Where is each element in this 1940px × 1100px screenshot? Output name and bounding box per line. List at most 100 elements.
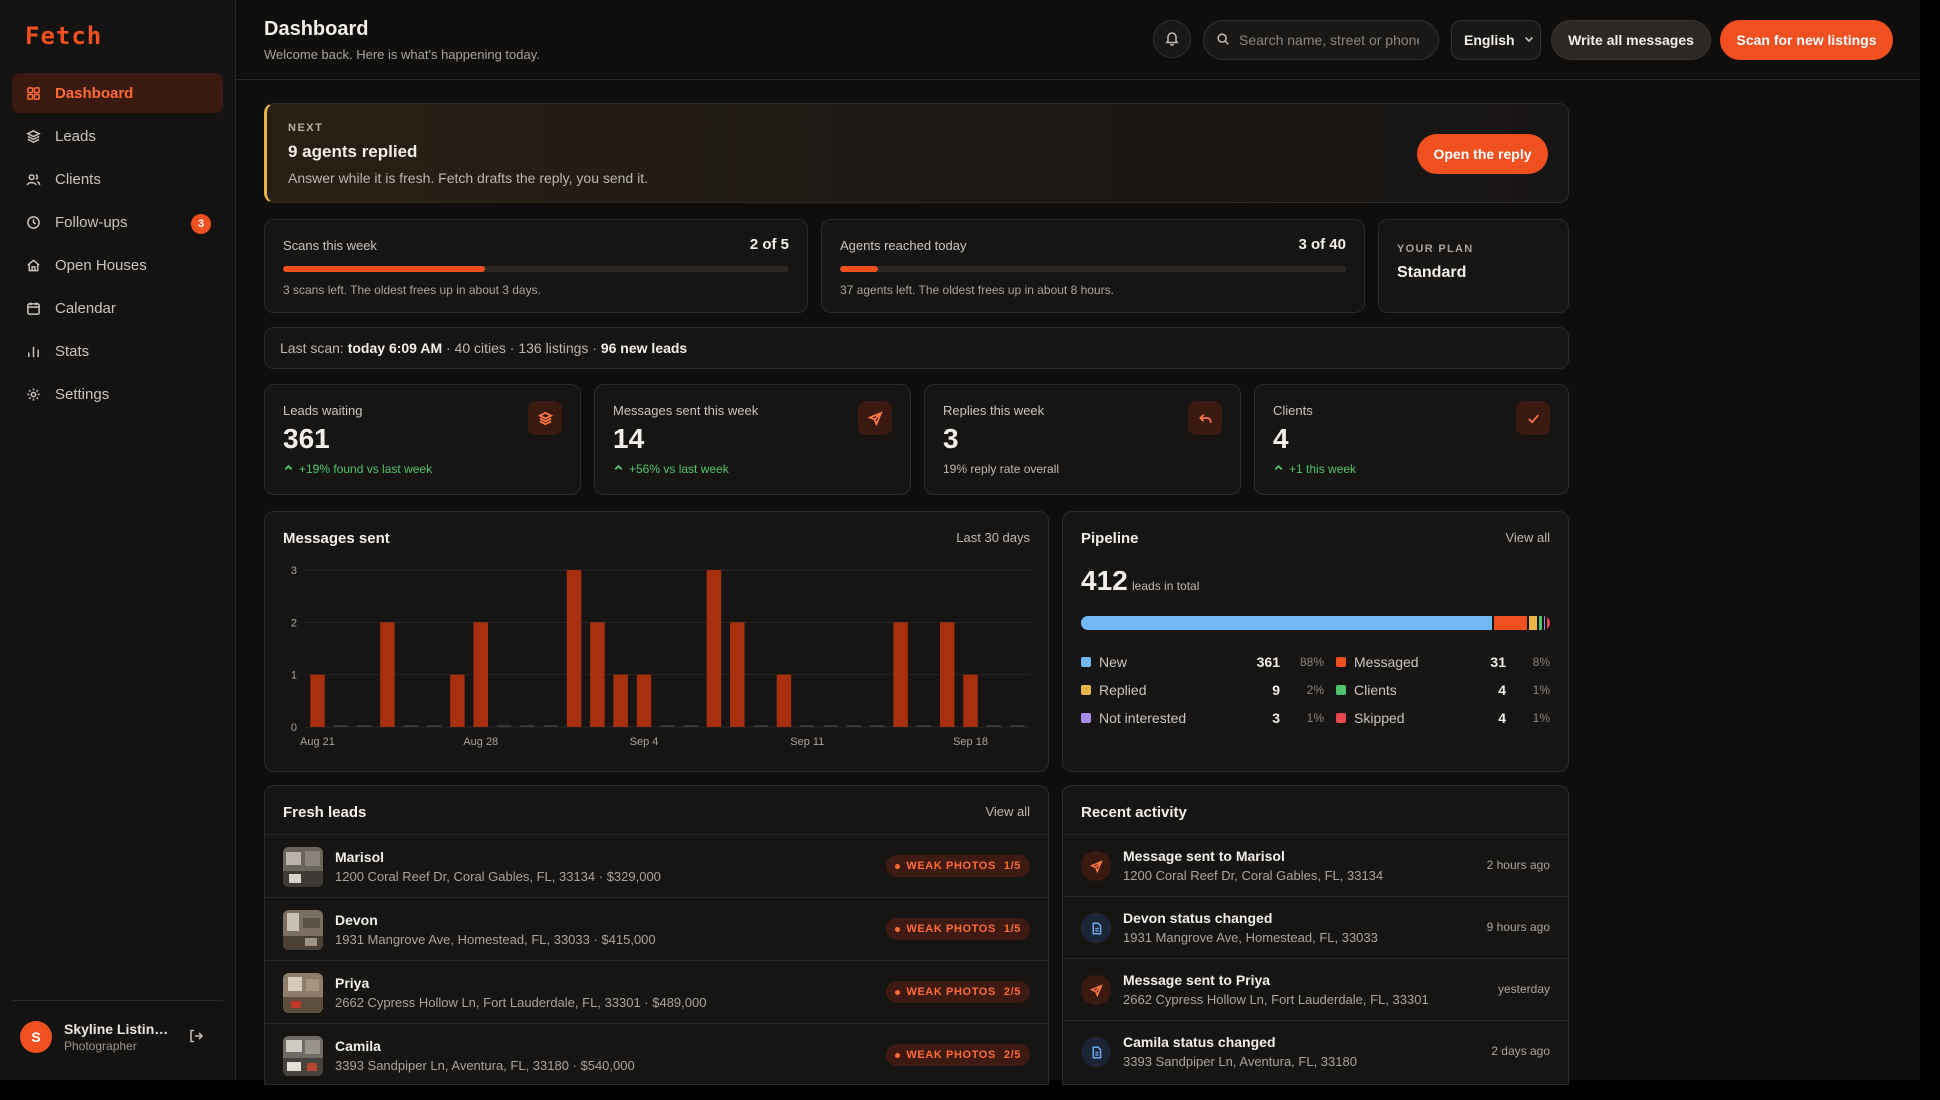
next-label: NEXT (288, 122, 324, 134)
messages-bar-chart: 0 1 2 3 Aug 21 Aug 28 Sep 4 Sep 11 Sep 18 (291, 565, 1030, 748)
badge-score: 2/5 (1003, 1049, 1021, 1061)
legend-item-replied[interactable]: Replied 9 2% (1081, 682, 1324, 698)
stat-card-messages-sent[interactable]: Messages sent this week 14 +56% vs last … (594, 384, 911, 495)
stat-card-replies[interactable]: Replies this week 3 19% reply rate overa… (924, 384, 1241, 495)
trend-up-icon (283, 462, 299, 476)
quota-value: 2 of 5 (749, 236, 789, 253)
bell-icon (1164, 30, 1180, 49)
activity-title-text: Message sent to Marisol (1123, 848, 1285, 864)
notifications-button[interactable] (1153, 20, 1191, 58)
bar-aug-21 (310, 674, 325, 727)
listing-thumbnail (283, 973, 323, 1013)
legend-name: Not interested (1099, 710, 1187, 726)
lead-address: 2662 Cypress Hollow Ln, Fort Lauderdale,… (335, 995, 707, 1010)
bar-aug-25 (403, 725, 419, 727)
bar-sep-19 (986, 725, 1002, 727)
stat-title: Clients (1273, 403, 1313, 418)
sidebar-item-leads[interactable]: Leads (12, 116, 223, 156)
bar-sep-17 (939, 622, 955, 727)
sidebar-item-open-houses[interactable]: Open Houses (12, 245, 223, 285)
quota-progress-fill (840, 266, 878, 272)
legend-row: Replied 9 2% Clients 4 1% (1081, 676, 1550, 704)
lead-address: 1200 Coral Reef Dr, Coral Gables, FL, 33… (335, 869, 661, 884)
listing-thumbnail (283, 847, 323, 887)
pipeline-legend: New 361 88% Messaged 31 8% Replied 9 2% Client… (1081, 648, 1550, 732)
bar-aug-30 (520, 725, 535, 727)
send-icon (1081, 851, 1111, 881)
legend-count: 31 (1490, 654, 1506, 670)
legend-item-skipped[interactable]: Skipped 4 1% (1324, 710, 1550, 726)
stat-title: Replies this week (943, 403, 1045, 418)
app-window: Fetch Dashboard Leads Clients Follow-ups… (0, 0, 1920, 1085)
status-badge: WEAK PHOTOS 1/5 (886, 855, 1030, 877)
sidebar-item-dashboard[interactable]: Dashboard (12, 73, 223, 113)
last-scan-time: today 6:09 AM (347, 340, 443, 356)
reply-icon (1188, 401, 1222, 435)
write-all-messages-button[interactable]: Write all messages (1551, 20, 1711, 60)
sidebar-item-stats[interactable]: Stats (12, 331, 223, 371)
avatar[interactable]: S (20, 1021, 52, 1053)
activity-item[interactable]: Camila status changed 3393 Sandpiper Ln,… (1063, 1020, 1568, 1082)
activity-list: Message sent to Marisol 1200 Coral Reef … (1063, 834, 1568, 1082)
list-item[interactable]: Priya 2662 Cypress Hollow Ln, Fort Laude… (265, 960, 1048, 1023)
fresh-leads-card: Fresh leads View all Marisol 1200 Coral … (264, 785, 1049, 1085)
activity-item[interactable]: Message sent to Priya 2662 Cypress Hollo… (1063, 958, 1568, 1020)
last-scan-bar: Last scan: today 6:09 AM · 40 cities · 1… (264, 327, 1569, 369)
app-logo[interactable]: Fetch (25, 22, 102, 50)
list-item[interactable]: Devon 1931 Mangrove Ave, Homestead, FL, … (265, 897, 1048, 960)
bar-sep-16 (916, 725, 932, 727)
logout-icon[interactable] (188, 1028, 206, 1046)
bar-chart-icon (25, 343, 41, 359)
top-bar: Dashboard Welcome back. Here is what's h… (236, 0, 1920, 80)
lead-name: Camila (335, 1038, 381, 1054)
fresh-leads-view-all-link[interactable]: View all (985, 804, 1030, 819)
next-description: Answer while it is fresh. Fetch drafts t… (288, 170, 649, 186)
pipeline-stacked-bar (1081, 616, 1550, 630)
stat-card-leads-waiting[interactable]: Leads waiting 361 +19% found vs last wee… (264, 384, 581, 495)
legend-swatch (1336, 657, 1346, 667)
list-item[interactable]: Camila 3393 Sandpiper Ln, Aventura, FL, … (265, 1023, 1048, 1086)
stat-card-clients[interactable]: Clients 4 +1 this week (1254, 384, 1569, 495)
activity-title-text: Devon status changed (1123, 910, 1273, 926)
last-scan-summary: · 40 cities · 136 listings · (446, 340, 597, 356)
sidebar-item-follow-ups[interactable]: Follow-ups 3 (12, 202, 223, 242)
badge-label: WEAK PHOTOS (906, 986, 996, 998)
activity-title: Recent activity (1081, 804, 1187, 821)
legend-swatch (1081, 657, 1091, 667)
activity-item[interactable]: Devon status changed 1931 Mangrove Ave, … (1063, 896, 1568, 958)
open-reply-button[interactable]: Open the reply (1417, 134, 1548, 174)
pipeline-card: Pipeline View all 412 leads in total New… (1062, 511, 1569, 772)
sidebar-item-label: Stats (55, 342, 90, 360)
user-info: Skyline Listing... Photographer (64, 1021, 174, 1053)
bar-aug-22 (333, 725, 349, 727)
stat-trend-text: +56% vs last week (629, 462, 729, 476)
legend-name: Messaged (1354, 654, 1419, 670)
legend-item-new[interactable]: New 361 88% (1081, 654, 1324, 670)
lead-name: Priya (335, 975, 370, 991)
activity-time: 2 hours ago (1486, 858, 1550, 872)
legend-count: 361 (1256, 654, 1280, 670)
legend-item-clients[interactable]: Clients 4 1% (1324, 682, 1550, 698)
sidebar: Fetch Dashboard Leads Clients Follow-ups… (0, 0, 236, 1080)
bar-aug-29 (496, 725, 512, 727)
stat-value: 361 (283, 423, 330, 454)
language-select[interactable]: English (1451, 20, 1541, 60)
sidebar-item-settings[interactable]: Settings (12, 374, 223, 414)
activity-item[interactable]: Message sent to Marisol 1200 Coral Reef … (1063, 834, 1568, 896)
user-name: Skyline Listing... (64, 1021, 174, 1037)
bar-sep-15 (893, 622, 908, 727)
legend-item-messaged[interactable]: Messaged 31 8% (1324, 654, 1550, 670)
bar-aug-27 (450, 674, 465, 727)
list-item[interactable]: Marisol 1200 Coral Reef Dr, Coral Gables… (265, 834, 1048, 897)
plan-card[interactable]: YOUR PLAN Standard (1378, 219, 1569, 313)
sidebar-item-calendar[interactable]: Calendar (12, 288, 223, 328)
search-input[interactable] (1239, 32, 1419, 48)
quota-note: 3 scans left. The oldest frees up in abo… (283, 283, 541, 297)
check-icon (1516, 401, 1550, 435)
scan-listings-button[interactable]: Scan for new listings (1720, 20, 1893, 60)
stat-note: 19% reply rate overall (943, 462, 1060, 476)
pipeline-view-all-link[interactable]: View all (1505, 530, 1550, 545)
legend-item-not-interested[interactable]: Not interested 3 1% (1081, 710, 1324, 726)
lead-address: 1931 Mangrove Ave, Homestead, FL, 33033 … (335, 932, 656, 947)
sidebar-item-clients[interactable]: Clients (12, 159, 223, 199)
